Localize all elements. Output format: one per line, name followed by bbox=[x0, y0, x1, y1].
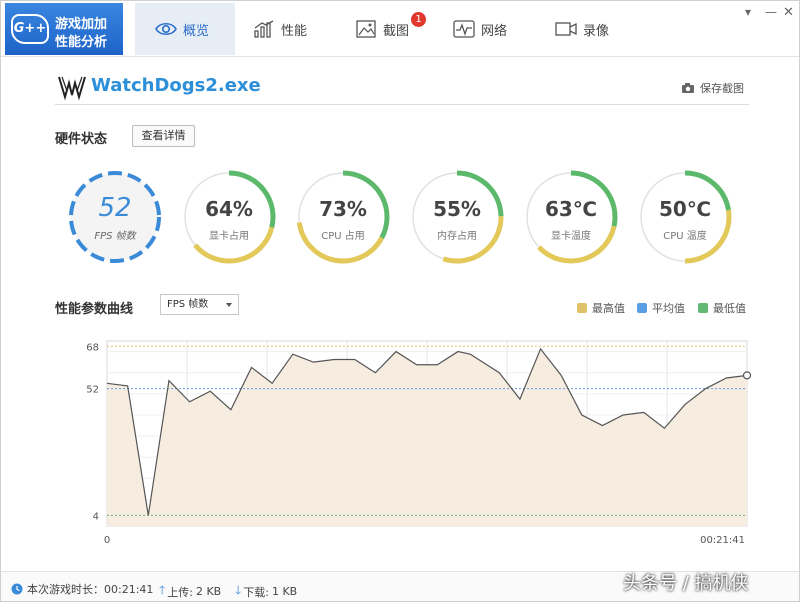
fps-curve-chart: 68 52 4 0 00:21:41 bbox=[86, 340, 752, 546]
eye-icon bbox=[155, 22, 177, 36]
arrow-up-icon: 🡑 bbox=[159, 583, 166, 597]
gauge-value-5: 50℃ bbox=[658, 197, 712, 221]
tab-performance-label: 性能 bbox=[281, 23, 308, 39]
download-status: 🡓 下载: 1 KB bbox=[235, 581, 297, 602]
metric-select-value: FPS 帧数 bbox=[167, 299, 209, 310]
y-tick-label: 68 bbox=[86, 342, 99, 353]
watermark-text: 头条号 / 搞机侠 bbox=[623, 573, 749, 594]
tab-network[interactable]: 网络 bbox=[453, 3, 533, 55]
playtime-value: 00:21:41 bbox=[104, 582, 154, 596]
gauge-label-1: 显卡占用 bbox=[209, 231, 249, 242]
tab-recording-label: 录像 bbox=[583, 23, 610, 39]
view-details-button[interactable]: 查看详情 bbox=[132, 125, 195, 147]
legend-min-swatch bbox=[698, 303, 708, 313]
save-screenshot-button[interactable]: 保存截图 bbox=[681, 80, 744, 96]
gauge-0: 52 FPS 帧数 bbox=[65, 167, 165, 267]
legend-min-label: 最低值 bbox=[713, 302, 746, 315]
tab-recording[interactable]: 录像 bbox=[555, 3, 635, 55]
gauge-2: 73% CPU 占用 bbox=[293, 167, 393, 267]
tab-overview-label: 概览 bbox=[183, 23, 210, 39]
download-value: 1 KB bbox=[271, 585, 298, 598]
legend-avg: 平均值 bbox=[637, 300, 685, 316]
tab-screenshot[interactable]: 截图 bbox=[355, 3, 435, 55]
bar-chart-icon bbox=[254, 20, 274, 38]
legend-min: 最低值 bbox=[698, 300, 746, 316]
y-tick-label: 4 bbox=[93, 511, 99, 522]
logo-title-line1: 游戏加加 bbox=[55, 17, 108, 32]
minimize-button[interactable]: ▾ bbox=[745, 5, 751, 19]
legend-max: 最高值 bbox=[577, 300, 625, 316]
pulse-icon bbox=[453, 20, 475, 38]
process-name: WatchDogs2.exe bbox=[91, 75, 261, 96]
gauge-1: 64% 显卡占用 bbox=[179, 167, 279, 267]
download-label: 下载: bbox=[243, 585, 269, 599]
performance-curve-title: 性能参数曲线 bbox=[55, 302, 134, 317]
camera-icon bbox=[682, 83, 694, 93]
legend-avg-label: 平均值 bbox=[652, 302, 685, 315]
hardware-status-title: 硬件状态 bbox=[55, 132, 108, 147]
playtime-label: 本次游戏时长： bbox=[27, 583, 104, 596]
tab-overview[interactable]: 概览 bbox=[135, 3, 235, 55]
title-divider bbox=[55, 104, 749, 105]
screenshot-count-badge: 1 bbox=[411, 12, 426, 27]
tab-performance[interactable]: 性能 bbox=[253, 3, 333, 55]
gauge-value-4: 63℃ bbox=[544, 197, 598, 221]
gauge-value-1: 64% bbox=[205, 197, 253, 221]
y-tick-label: 52 bbox=[86, 385, 99, 396]
upload-value: 2 KB bbox=[195, 585, 222, 598]
gauge-value-2: 73% bbox=[319, 197, 367, 221]
gauge-5: 50℃ CPU 温度 bbox=[635, 167, 735, 267]
legend-max-label: 最高值 bbox=[592, 302, 625, 315]
tab-screenshot-label: 截图 bbox=[383, 23, 410, 39]
series-end-point bbox=[742, 371, 752, 380]
logo-badge: G++ bbox=[11, 14, 49, 44]
clock-icon bbox=[11, 583, 23, 595]
gauge-label-3: 内存占用 bbox=[437, 231, 477, 242]
gauge-value-3: 55% bbox=[433, 197, 481, 221]
gauge-label-4: 显卡温度 bbox=[551, 231, 591, 242]
x-tick-label-start: 0 bbox=[104, 535, 110, 546]
logo-title-line2: 性能分析 bbox=[55, 35, 108, 50]
x-tick-label-end: 00:21:41 bbox=[700, 535, 745, 546]
top-navigation-bar: G++ 游戏加加 性能分析 概览 性能 截图 1 网络 录像 ▾ — ✕ bbox=[1, 1, 799, 57]
close-button[interactable]: ✕ bbox=[783, 5, 794, 20]
app-window: G++ 游戏加加 性能分析 概览 性能 截图 1 网络 录像 ▾ — ✕ Wat… bbox=[0, 0, 800, 602]
legend-max-swatch bbox=[577, 303, 587, 313]
upload-status: 🡑 上传: 2 KB bbox=[159, 581, 221, 602]
app-logo: G++ 游戏加加 性能分析 bbox=[5, 3, 123, 55]
gauge-3: 55% 内存占用 bbox=[407, 167, 507, 267]
gauge-4: 63℃ 显卡温度 bbox=[521, 167, 621, 267]
arrow-down-icon: 🡓 bbox=[235, 583, 242, 597]
legend-avg-swatch bbox=[637, 303, 647, 313]
hardware-gauges: 52 FPS 帧数 64% 显卡占用 73% CPU 占用 55% 内存占用 63℃ 显卡温度 50… bbox=[57, 167, 757, 277]
image-icon bbox=[356, 20, 376, 38]
save-screenshot-label: 保存截图 bbox=[700, 82, 744, 95]
game-logo-icon bbox=[58, 76, 86, 101]
gauge-label-0: FPS 帧数 bbox=[94, 231, 136, 242]
chevron-down-icon bbox=[226, 303, 232, 307]
gauge-value-0: 52 bbox=[98, 193, 132, 223]
upload-label: 上传: bbox=[167, 585, 193, 599]
metric-select[interactable]: FPS 帧数 bbox=[160, 294, 239, 315]
gauge-label-5: CPU 温度 bbox=[663, 231, 707, 242]
gauge-label-2: CPU 占用 bbox=[321, 231, 365, 242]
playtime-status: 本次游戏时长： 00:21:41 bbox=[11, 581, 153, 597]
tab-network-label: 网络 bbox=[481, 23, 508, 39]
restore-button[interactable]: — bbox=[765, 5, 777, 19]
video-icon bbox=[555, 22, 577, 36]
